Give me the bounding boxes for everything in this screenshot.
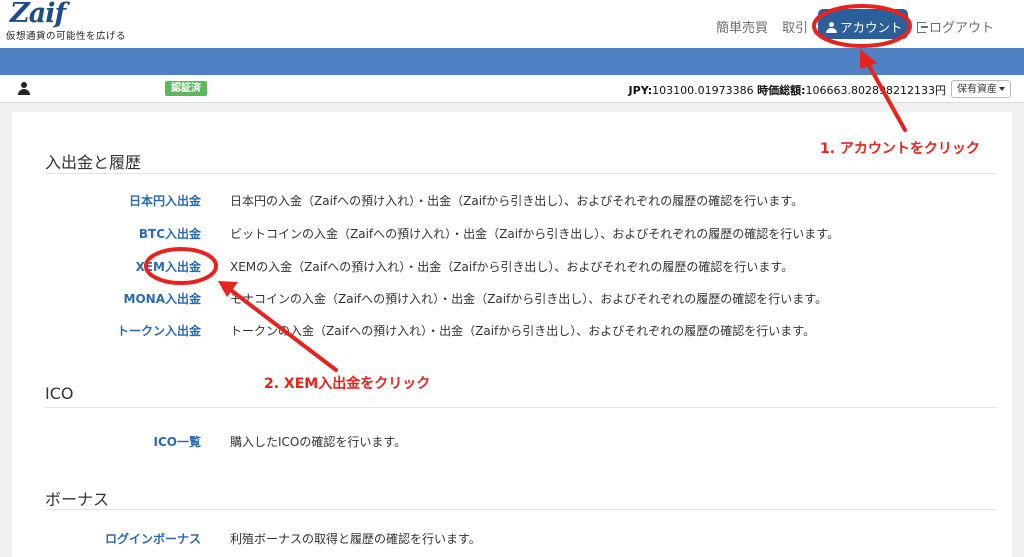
top-navbar: Zaif 仮想通貨の可能性を広げる 簡単売買 取引 アカウント ログアウト bbox=[0, 0, 1024, 48]
nav-torihiki[interactable]: 取引 bbox=[782, 17, 808, 36]
section-title-deposit: 入出金と履歴 bbox=[45, 153, 142, 172]
main-panel: 入出金と履歴 日本円入出金 日本円の入金（Zaifへの預け入れ）・出金（Zaif… bbox=[12, 112, 1012, 557]
annotation-step1: 1. アカウントをクリック bbox=[820, 141, 980, 157]
list-item: BTC入出金 ビットコインの入金（Zaifへの預け入れ）・出金（Zaifから引き… bbox=[12, 225, 1012, 245]
list-item: 日本円入出金 日本円の入金（Zaifへの預け入れ）・出金（Zaifから引き出し）… bbox=[12, 192, 1012, 212]
holdings-dropdown[interactable]: 保有資産 bbox=[951, 80, 1011, 98]
list-item: MONA入出金 モナコインの入金（Zaifへの預け入れ）・出金（Zaifから引き… bbox=[12, 290, 1012, 310]
list-item: XEM入出金 XEMの入金（Zaifへの預け入れ）・出金（Zaifから引き出し）… bbox=[12, 258, 1012, 278]
row-description: 購入したICOの確認を行います。 bbox=[230, 435, 407, 449]
link-xem-deposit[interactable]: XEM入出金 bbox=[136, 258, 201, 275]
user-icon bbox=[18, 82, 30, 95]
row-description: 利殖ボーナスの取得と履歴の確認を行います。 bbox=[230, 532, 481, 546]
section-title-bonus: ボーナス bbox=[45, 490, 110, 509]
link-ico-list[interactable]: ICO一覧 bbox=[154, 433, 201, 450]
section-divider bbox=[45, 509, 997, 510]
link-login-bonus[interactable]: ログインボーナス bbox=[105, 530, 201, 547]
list-item: ログインボーナス 利殖ボーナスの取得と履歴の確認を行います。 bbox=[12, 530, 1012, 550]
row-description: トークンの入金（Zaifへの預け入れ）・出金（Zaifから引き出し）、およびそれ… bbox=[230, 324, 816, 338]
chevron-down-icon bbox=[999, 87, 1005, 91]
row-description: XEMの入金（Zaifへの預け入れ）・出金（Zaifから引き出し）、およびそれぞ… bbox=[230, 260, 794, 274]
nav-logout[interactable]: ログアウト bbox=[917, 17, 994, 36]
total-value: 106663.802898212133円 bbox=[805, 84, 946, 97]
section-divider bbox=[45, 407, 997, 408]
row-description: 日本円の入金（Zaifへの預け入れ）・出金（Zaifから引き出し）、およびそれぞ… bbox=[230, 194, 804, 208]
total-value-label: 時価総額: bbox=[757, 84, 806, 97]
user-icon bbox=[826, 22, 837, 33]
list-item: トークン入出金 トークンの入金（Zaifへの預け入れ）・出金（Zaifから引き出… bbox=[12, 322, 1012, 342]
section-divider bbox=[45, 173, 997, 174]
link-jpy-deposit[interactable]: 日本円入出金 bbox=[129, 192, 201, 209]
nav-account-button[interactable]: アカウント bbox=[818, 9, 908, 39]
blue-banner bbox=[0, 48, 1024, 75]
jpy-value: 103100.01973386 bbox=[652, 84, 754, 97]
logo-tagline: 仮想通貨の可能性を広げる bbox=[6, 31, 127, 42]
link-token-deposit[interactable]: トークン入出金 bbox=[117, 322, 201, 339]
jpy-label: JPY: bbox=[628, 84, 653, 97]
nav-logout-label: ログアウト bbox=[929, 21, 995, 36]
holdings-label: 保有資産 bbox=[957, 84, 997, 95]
nav-account-label: アカウント bbox=[840, 20, 903, 35]
section-title-ico: ICO bbox=[45, 384, 74, 403]
annotation-step2: 2. XEM入出金をクリック bbox=[264, 376, 431, 392]
logout-icon bbox=[917, 22, 928, 33]
row-description: モナコインの入金（Zaifへの預け入れ）・出金（Zaifから引き出し）、およびそ… bbox=[230, 292, 828, 306]
link-btc-deposit[interactable]: BTC入出金 bbox=[139, 225, 201, 242]
verified-badge: 認証済 bbox=[165, 81, 207, 96]
link-mona-deposit[interactable]: MONA入出金 bbox=[124, 290, 201, 307]
row-description: ビットコインの入金（Zaifへの預け入れ）・出金（Zaifから引き出し）、および… bbox=[230, 227, 840, 241]
balance-summary: JPY:103100.01973386 時価総額:106663.80289821… bbox=[629, 82, 946, 98]
zaif-logo[interactable]: Zaif bbox=[10, 0, 66, 29]
list-item: ICO一覧 購入したICOの確認を行います。 bbox=[12, 433, 1012, 453]
nav-kantan-baibai[interactable]: 簡単売買 bbox=[716, 17, 768, 36]
